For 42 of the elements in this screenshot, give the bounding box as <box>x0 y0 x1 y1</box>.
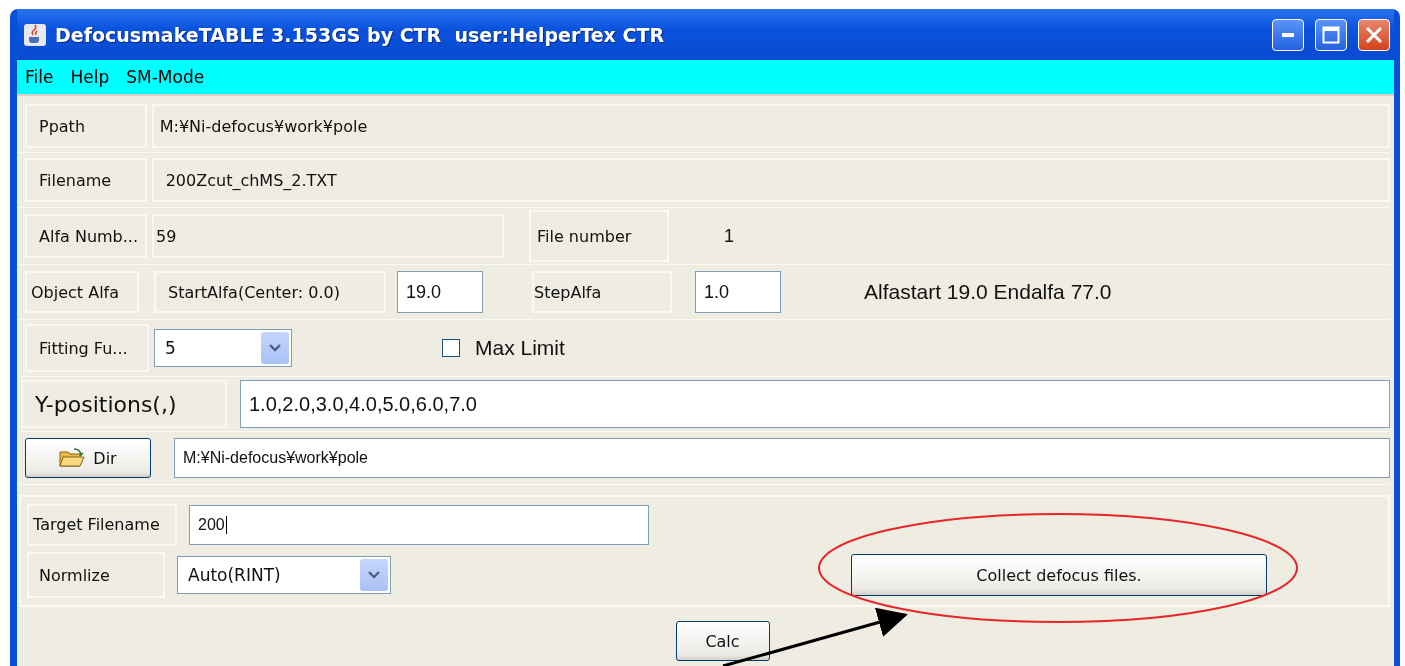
field-label: Fitting Fu... <box>25 324 149 372</box>
normalize-dropdown[interactable]: Auto(RINT) <box>177 556 391 595</box>
open-folder-icon <box>59 448 86 468</box>
fitting-function-dropdown[interactable]: 5 <box>154 329 292 367</box>
menu-item[interactable]: Help <box>70 67 110 87</box>
directory-field[interactable]: M:¥Ni-defocus¥work¥pole <box>174 438 1390 478</box>
field-label: Alfa Numb... <box>25 214 147 258</box>
field-label: Normlize <box>27 552 165 599</box>
menu-item[interactable]: File <box>25 67 54 87</box>
minimize-button[interactable] <box>1272 18 1304 51</box>
close-button[interactable] <box>1358 18 1390 51</box>
collect-files-button[interactable]: Collect defocus files. <box>851 554 1267 597</box>
field-label: Ppath <box>25 104 147 148</box>
menu-item[interactable]: SM-Mode <box>126 67 205 87</box>
field-label: File number <box>529 210 669 262</box>
file-number-value: 1 <box>724 225 734 247</box>
max-limit-checkbox[interactable] <box>442 339 460 357</box>
path-value: M:¥Ni-defocus¥work¥pole <box>151 104 1390 148</box>
field-label: StepAlfa <box>532 271 672 313</box>
field-label: StartAlfa(Center: 0.0) <box>154 271 386 313</box>
filename-value: 200Zcut_chMS_2.TXT <box>151 158 1390 202</box>
alfa-number-value: 59 <box>152 214 504 258</box>
field-label: Object Alfa <box>25 271 139 313</box>
target-filename-field[interactable]: 200 <box>189 504 649 545</box>
field-label: Y-positions(,) <box>21 380 227 428</box>
calc-button[interactable]: Calc <box>675 621 770 661</box>
dir-button[interactable]: Dir <box>25 438 151 478</box>
maximize-icon <box>1322 25 1340 44</box>
close-icon <box>1365 25 1383 44</box>
maximize-button[interactable] <box>1315 18 1347 51</box>
chevron-down-icon <box>269 344 281 352</box>
alfa-range-summary: Alfastart 19.0 Endalfa 77.0 <box>864 280 1112 304</box>
checkbox-label: Max Limit <box>475 336 565 360</box>
window-title: DefocusmakeTABLE 3.153GS by CTR user:HelperTex CTR <box>55 23 665 46</box>
chevron-down-icon <box>368 571 380 580</box>
start-alfa-field[interactable]: 19.0 <box>397 271 483 313</box>
step-alfa-field[interactable]: 1.0 <box>695 271 781 313</box>
minimize-icon <box>1282 32 1294 37</box>
y-positions-field[interactable]: 1.0,2.0,3.0,4.0,5.0,6.0,7.0 <box>240 380 1390 428</box>
field-label: Target Filename <box>27 503 177 546</box>
coffee-cup-icon <box>23 22 47 47</box>
field-label: Filename <box>25 158 147 202</box>
